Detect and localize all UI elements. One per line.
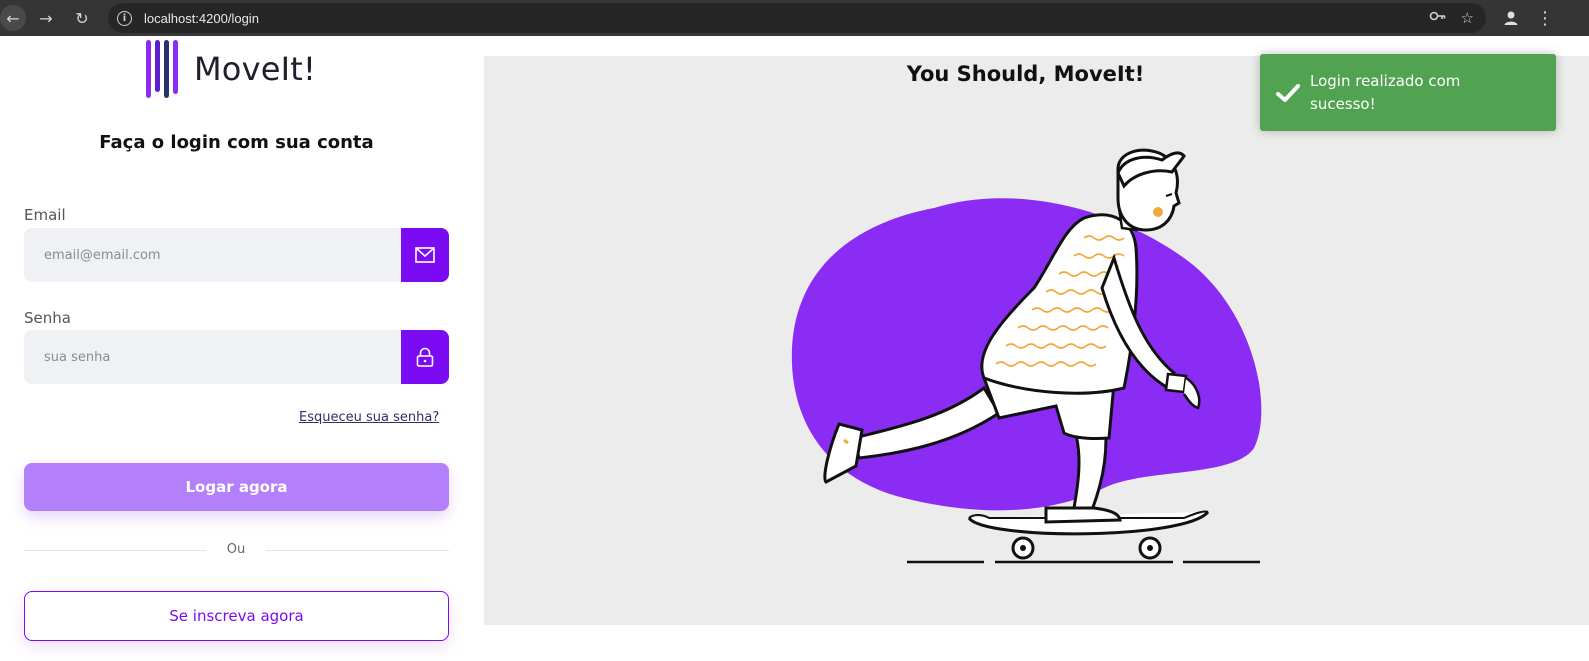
lock-icon: [401, 330, 449, 384]
browser-toolbar: ← → ↻ i localhost:4200/login ☆ ⋮: [0, 0, 1589, 36]
email-field-group: [24, 228, 449, 282]
password-label: Senha: [24, 309, 71, 327]
profile-icon[interactable]: [1498, 5, 1524, 31]
divider-text: Ou: [226, 542, 246, 557]
email-input[interactable]: [24, 228, 401, 282]
logo-text: MoveIt!: [194, 50, 317, 88]
logo-bars-icon: [146, 40, 178, 98]
key-icon[interactable]: [1429, 9, 1447, 27]
logo: MoveIt!: [146, 40, 316, 98]
back-icon[interactable]: ←: [0, 5, 26, 31]
signup-button[interactable]: Se inscreva agora: [24, 591, 449, 641]
login-button[interactable]: Logar agora: [24, 463, 449, 511]
menu-icon[interactable]: ⋮: [1535, 5, 1555, 31]
address-bar[interactable]: i localhost:4200/login ☆: [108, 3, 1486, 33]
divider-left: [24, 550, 206, 551]
star-icon[interactable]: ☆: [1461, 9, 1474, 27]
forgot-password-link[interactable]: Esqueceu sua senha?: [299, 410, 439, 425]
password-input[interactable]: [24, 330, 401, 384]
login-title: Faça o login com sua conta: [99, 132, 374, 153]
forward-icon[interactable]: →: [33, 5, 59, 31]
success-toast[interactable]: Login realizado com sucesso!: [1260, 54, 1556, 131]
toast-message: Login realizado com sucesso!: [1310, 71, 1461, 113]
mail-icon: [401, 228, 449, 282]
reload-icon[interactable]: ↻: [69, 5, 95, 31]
url-text[interactable]: localhost:4200/login: [144, 11, 259, 26]
hero-panel: You Should, MoveIt!: [484, 56, 1589, 625]
check-icon: [1274, 83, 1302, 103]
email-label: Email: [24, 206, 66, 224]
password-field-group: [24, 330, 449, 384]
site-info-icon[interactable]: i: [117, 10, 132, 26]
divider-right: [266, 550, 449, 551]
skateboarder-illustration: [791, 148, 1262, 564]
